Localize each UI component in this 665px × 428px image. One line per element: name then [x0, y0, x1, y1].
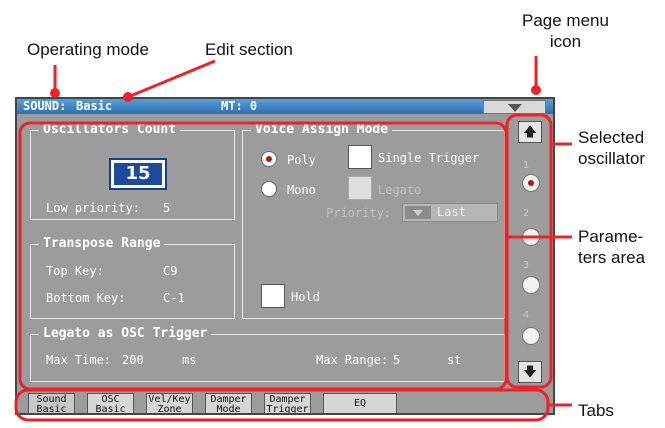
scroll-up-button[interactable]: 🡅 — [518, 121, 542, 143]
mt-indicator: MT: 0 — [221, 99, 258, 113]
chevron-down-icon — [405, 206, 431, 219]
mono-radio[interactable] — [261, 181, 277, 197]
poly-label: Poly — [287, 153, 316, 167]
mono-label: Mono — [287, 183, 316, 197]
edit-section-pointer — [127, 59, 216, 99]
page-menu-triangle-icon — [508, 104, 522, 112]
legato-label: Legato — [378, 183, 422, 197]
oscillators-count-value-box[interactable]: 15 — [109, 158, 167, 190]
tab-sound-basic[interactable]: Sound Basic — [28, 393, 75, 413]
max-range-label: Max Range: — [316, 353, 389, 367]
bottom-key-value[interactable]: C-1 — [163, 291, 185, 305]
single-trigger-label: Single Trigger — [378, 151, 480, 165]
annotation-edit-section: Edit section — [205, 40, 293, 59]
annotation-page-menu-icon: Page menu icon — [522, 11, 609, 51]
hold-label: Hold — [291, 290, 320, 304]
annotation-selected-oscillator: Selected oscillator — [578, 128, 646, 168]
priority-value: Last — [437, 205, 466, 219]
arrow-up-icon: 🡅 — [523, 124, 537, 139]
oscillator-selected-dot — [528, 180, 534, 186]
low-priority-value[interactable]: 5 — [163, 201, 170, 215]
oscillator-4-button[interactable] — [522, 327, 540, 345]
scroll-down-button[interactable]: 🡇 — [518, 361, 542, 383]
oscillator-number-1: 1 — [523, 160, 530, 171]
oscillator-number-4: 4 — [523, 310, 530, 321]
legato-osc-trigger-title: Legato as OSC Trigger — [39, 326, 212, 342]
poly-radio-selected-dot — [266, 156, 272, 162]
title-bar: SOUND: Basic MT: 0 — [17, 99, 553, 114]
max-range-value[interactable]: 5 — [393, 353, 400, 367]
page-menu-button[interactable] — [483, 100, 546, 114]
oscillators-count-value: 15 — [114, 163, 162, 185]
max-time-value[interactable]: 200 — [122, 353, 144, 367]
low-priority-label: Low priority: — [46, 201, 140, 215]
sound-basic-screen: SOUND: Basic MT: 0 Oscillators Count 15 … — [15, 97, 555, 415]
top-key-value[interactable]: C9 — [163, 264, 177, 278]
tab-vel-key-zone[interactable]: Vel/Key Zone — [146, 393, 193, 413]
tab-damper-mode[interactable]: Damper Mode — [205, 393, 252, 413]
oscillator-3-button[interactable] — [522, 276, 540, 294]
legato-checkbox[interactable] — [348, 176, 372, 200]
bottom-key-label: Bottom Key: — [46, 291, 126, 305]
arrow-down-icon: 🡇 — [523, 364, 537, 379]
max-range-unit: st — [447, 353, 462, 367]
annotation-operating-mode: Operating mode — [27, 40, 149, 59]
annotation-tabs: Tabs — [578, 401, 614, 420]
poly-radio[interactable] — [261, 151, 277, 167]
priority-label: Priority: — [326, 206, 392, 220]
tab-eq[interactable]: EQ — [323, 393, 397, 413]
oscillator-number-3: 3 — [523, 260, 530, 271]
oscillator-number-2: 2 — [523, 208, 530, 219]
top-key-label: Top Key: — [46, 264, 104, 278]
oscillator-2-button[interactable] — [522, 228, 540, 246]
transpose-range-group: Transpose Range — [30, 236, 235, 319]
priority-dropdown[interactable]: Last — [402, 203, 498, 222]
tab-osc-basic[interactable]: OSC Basic — [87, 393, 134, 413]
oscillator-1-button[interactable] — [522, 174, 540, 192]
oscillator-selector-panel: 🡅 1 2 3 4 🡇 — [510, 115, 551, 393]
tab-damper-trigger[interactable]: Damper Trigger — [264, 393, 311, 413]
max-time-label: Max Time: — [46, 353, 112, 367]
edit-section-label: Basic — [76, 99, 113, 113]
hold-checkbox[interactable] — [261, 284, 285, 308]
annotation-parameters-area: Parame- ters area — [578, 227, 646, 267]
max-time-unit: ms — [182, 353, 197, 367]
single-trigger-checkbox[interactable] — [348, 145, 372, 169]
operating-mode-label: SOUND: — [23, 99, 67, 113]
page-menu-pointer-dot — [531, 85, 541, 95]
voice-assign-mode-title: Voice Assign Mode — [251, 122, 393, 138]
transpose-range-title: Transpose Range — [39, 236, 165, 252]
oscillators-count-title: Oscillators Count — [39, 122, 181, 138]
